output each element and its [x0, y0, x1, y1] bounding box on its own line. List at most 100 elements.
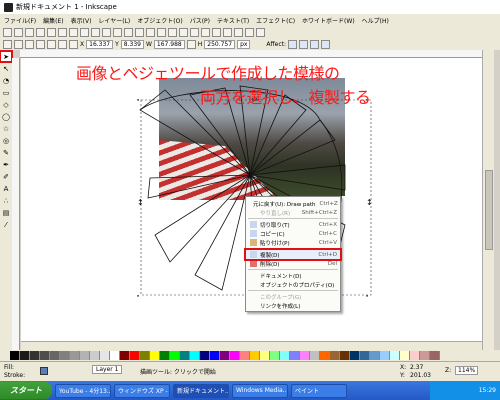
- palette-swatch[interactable]: [120, 351, 130, 360]
- instruction-line-2: 両方を選択し、複製する: [200, 88, 371, 107]
- zoom-field[interactable]: 114%: [455, 366, 479, 375]
- menu-item-shortcut: Del: [327, 260, 337, 267]
- palette-swatch[interactable]: [280, 351, 290, 360]
- palette-swatch[interactable]: [20, 351, 30, 360]
- horizontal-scrollbar[interactable]: [21, 341, 482, 350]
- palette-swatch[interactable]: [330, 351, 340, 360]
- menu-item-label: リンクを作成(L): [260, 303, 301, 310]
- palette-swatch[interactable]: [110, 351, 120, 360]
- copy-icon: [250, 230, 257, 237]
- menu-separator: [248, 248, 338, 249]
- status-bar: Fill: Stroke: Layer 1 描画ツール: クリックで開始 X: …: [0, 361, 500, 381]
- palette-swatch[interactable]: [240, 351, 250, 360]
- menu-item-cut[interactable]: 切り取り(T) Ctrl+X: [246, 220, 340, 229]
- x-coord-label: X:: [400, 364, 407, 371]
- menu-item-label: コピー(C): [260, 231, 285, 238]
- start-button[interactable]: スタート: [0, 382, 52, 399]
- palette-swatch[interactable]: [310, 351, 320, 360]
- palette-swatch[interactable]: [210, 351, 220, 360]
- y-coord-label: Y:: [400, 372, 405, 379]
- menu-item-label: 切り取り(T): [260, 222, 290, 229]
- menu-separator: [248, 218, 338, 219]
- palette-swatch[interactable]: [200, 351, 210, 360]
- menu-separator: [248, 269, 338, 270]
- palette-swatch[interactable]: [70, 351, 80, 360]
- palette-swatch[interactable]: [390, 351, 400, 360]
- zoom-label: Z:: [445, 367, 452, 374]
- pattern-ray-5: [249, 119, 336, 176]
- menu-item-this-group[interactable]: このグループ(G): [246, 292, 340, 301]
- palette-swatch[interactable]: [90, 351, 100, 360]
- scale-handle-l[interactable]: ↕: [137, 199, 144, 207]
- palette-swatch[interactable]: [340, 351, 350, 360]
- palette-swatch[interactable]: [30, 351, 40, 360]
- menu-item-document[interactable]: ドキュメント(D): [246, 271, 340, 280]
- palette-swatch[interactable]: [380, 351, 390, 360]
- palette-swatch[interactable]: [50, 351, 60, 360]
- context-menu: 元に戻す(U): Draw path Ctrl+Z やり直し(R) Shift+Ct…: [244, 196, 342, 312]
- system-tray: 15:29: [430, 381, 500, 400]
- menu-item-paste[interactable]: 貼り付け(P) Ctrl+V: [246, 238, 340, 247]
- menu-item-copy[interactable]: コピー(C) Ctrl+C: [246, 229, 340, 238]
- task-inkscape[interactable]: 新規ドキュメント...: [173, 383, 229, 398]
- task-youtube[interactable]: YouTube - 4分13...: [55, 383, 111, 398]
- menu-item-label: 元に戻す(U): Draw path: [253, 201, 316, 208]
- vertical-scrollbar[interactable]: [482, 50, 494, 350]
- menu-item-undo[interactable]: 元に戻す(U): Draw path Ctrl+Z: [246, 199, 340, 208]
- menu-item-create-link[interactable]: リンクを作成(L): [246, 301, 340, 310]
- palette-swatch[interactable]: [130, 351, 140, 360]
- palette-swatch[interactable]: [410, 351, 420, 360]
- menu-item-object-properties[interactable]: オブジェクトのプロパティ(O): [246, 280, 340, 289]
- palette-swatch[interactable]: [350, 351, 360, 360]
- y-coordinate: 201.03: [410, 372, 431, 379]
- palette-swatch[interactable]: [270, 351, 280, 360]
- pattern-ray-8: [154, 174, 251, 263]
- task-media-player[interactable]: Windows Media...: [232, 383, 288, 398]
- palette-swatch[interactable]: [220, 351, 230, 360]
- menu-item-shortcut: Ctrl+Z: [319, 200, 338, 207]
- scale-handle-bl[interactable]: ⬞: [137, 292, 139, 300]
- layer-select[interactable]: Layer 1: [92, 365, 123, 374]
- palette-swatch[interactable]: [100, 351, 110, 360]
- task-paint[interactable]: ペイント: [291, 383, 347, 398]
- palette-swatch[interactable]: [170, 351, 180, 360]
- menu-item-label: このグループ(G): [260, 294, 302, 301]
- palette-swatch[interactable]: [430, 351, 440, 360]
- scale-handle-tl[interactable]: ⬞: [137, 96, 139, 104]
- palette-swatch[interactable]: [370, 351, 380, 360]
- palette-swatch[interactable]: [250, 351, 260, 360]
- palette-swatch[interactable]: [400, 351, 410, 360]
- menu-item-shortcut: Shift+Ctrl+Z: [301, 209, 337, 216]
- menu-item-delete[interactable]: 削除(D) Del: [246, 259, 340, 268]
- palette-swatch[interactable]: [160, 351, 170, 360]
- palette-swatch[interactable]: [60, 351, 70, 360]
- stroke-label: Stroke:: [4, 372, 26, 379]
- palette-swatch[interactable]: [230, 351, 240, 360]
- clock[interactable]: 15:29: [479, 387, 496, 394]
- palette-swatch[interactable]: [290, 351, 300, 360]
- palette-swatch[interactable]: [80, 351, 90, 360]
- task-browser[interactable]: ウィンドウズ XP - ...: [114, 383, 170, 398]
- link-icon: [250, 302, 257, 309]
- palette-swatch[interactable]: [320, 351, 330, 360]
- palette-swatch[interactable]: [420, 351, 430, 360]
- palette-swatch[interactable]: [300, 351, 310, 360]
- palette-swatch[interactable]: [180, 351, 190, 360]
- palette-swatch[interactable]: [40, 351, 50, 360]
- palette-swatch[interactable]: [140, 351, 150, 360]
- menu-item-duplicate[interactable]: 複製(D) Ctrl+D: [244, 248, 342, 261]
- fill-swatch[interactable]: [40, 367, 48, 375]
- scale-handle-br[interactable]: ⬞: [366, 292, 368, 300]
- palette-swatch[interactable]: [150, 351, 160, 360]
- duplicate-icon: [250, 251, 257, 258]
- palette-swatch[interactable]: [190, 351, 200, 360]
- palette-swatch[interactable]: [10, 351, 20, 360]
- vertical-scroll-thumb[interactable]: [485, 170, 493, 250]
- palette-swatch[interactable]: [260, 351, 270, 360]
- scale-handle-r[interactable]: ↕: [366, 199, 373, 207]
- palette-swatch[interactable]: [360, 351, 370, 360]
- menu-item-redo[interactable]: やり直し(R) Shift+Ctrl+Z: [246, 208, 340, 217]
- document-icon: [250, 272, 257, 279]
- pattern-ray-7: [147, 174, 251, 199]
- menu-item-label: 複製(D): [260, 252, 280, 259]
